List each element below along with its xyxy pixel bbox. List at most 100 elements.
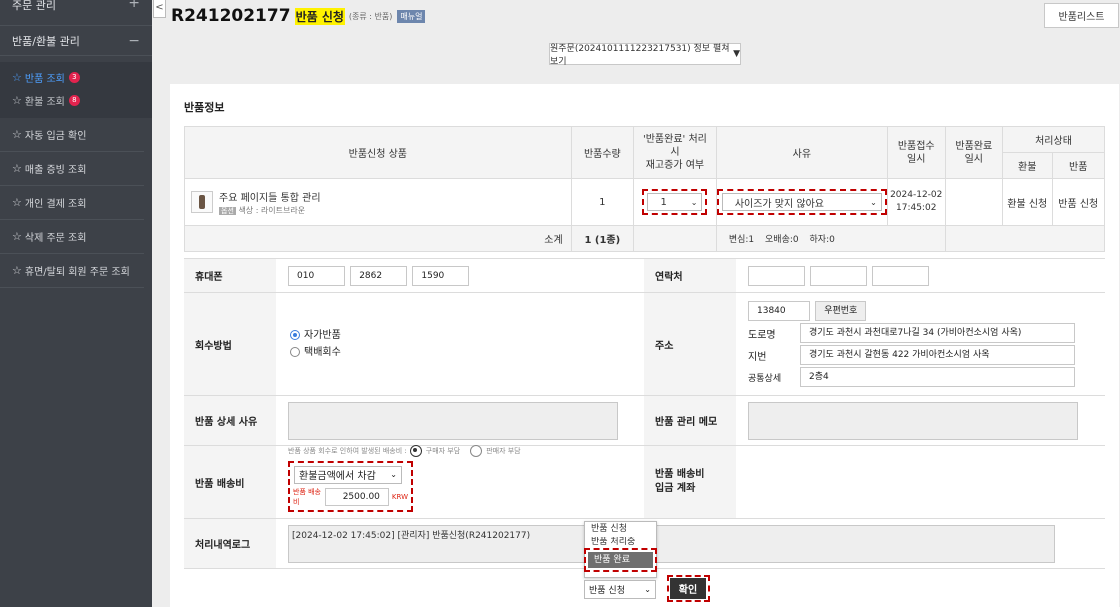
star-icon[interactable]: ☆ (12, 230, 22, 243)
col-received-line: 일시 (907, 153, 926, 165)
confirm-button[interactable]: 확인 (670, 578, 706, 599)
sidebar: 주문 관리 + 반품/환불 관리 − ☆ 반품 조회 3 ☆ 환불 조회 8 ☆… (0, 0, 152, 607)
fee-account-label-line: 입금 계좌 (655, 483, 696, 494)
reason-detail-textarea[interactable] (288, 401, 618, 440)
jibun-label: 지번 (748, 351, 767, 363)
sidebar-item-dormant-orders[interactable]: ☆ 휴면/탈퇴 회원 주문 조회 (0, 254, 144, 288)
col-product: 반품신청 상품 (184, 126, 572, 179)
radio-icon[interactable] (470, 444, 483, 457)
col-received-line: 반품접수 (897, 140, 935, 152)
count-badge: 3 (68, 72, 80, 83)
contact-field-1[interactable] (748, 265, 805, 286)
sidebar-item-label: 매출 증빙 조회 (24, 165, 87, 176)
sidebar-item-refund-search[interactable]: ☆ 환불 조회 8 (0, 89, 152, 112)
table-row: 주요 페이지들 통합 관리 옵션 색상 : 라이트브라운 1 1 ⌄ 사이즈가 … (184, 178, 1105, 226)
contact-field-2[interactable] (810, 265, 868, 286)
status-dropdown-menu[interactable]: 반품 신청 반품 처리중 반품 완료 (584, 521, 657, 578)
phone-field-3[interactable]: 1590 (412, 265, 470, 286)
return-list-button[interactable]: 반품리스트 (1044, 3, 1119, 28)
star-icon[interactable]: ☆ (12, 264, 22, 277)
subtotal-misdelivery: 오배송:0 (765, 235, 799, 245)
dropdown-option[interactable]: 반품 처리중 (585, 537, 656, 548)
restock-select[interactable]: 1 ⌄ (647, 193, 703, 211)
contact-fields (736, 258, 1105, 293)
sidebar-order-mgmt[interactable]: 주문 관리 + (0, 0, 152, 12)
col-qty: 반품수량 (570, 126, 635, 179)
star-icon[interactable]: ☆ (12, 71, 22, 84)
return-kind: (종류 : 반품) (348, 11, 393, 21)
sidebar-item-label: 반품 조회 (24, 74, 65, 85)
method-courier-option[interactable]: 택배회수 (290, 344, 644, 361)
reason-value: 사이즈가 맞지 않아요 (734, 198, 824, 210)
phone-field-1[interactable]: 010 (288, 265, 345, 286)
sidebar-item-label: 휴면/탈퇴 회원 주문 조회 (24, 267, 130, 278)
dropdown-option-selected[interactable]: 반품 완료 (588, 552, 653, 568)
col-restock: '반품완료' 처리 시 재고증가 여부 (633, 126, 717, 179)
jibun-address-input[interactable]: 경기도 과천시 갈현동 422 가비아컨소시엄 사옥 (800, 345, 1075, 365)
log-textarea[interactable]: [2024-12-02 17:45:02] [관리자] 반품신청(R241202… (288, 524, 1055, 563)
subtotal-defect: 하자:0 (809, 235, 835, 245)
zipcode-button[interactable]: 우편번호 (815, 301, 867, 321)
fee-method-select[interactable]: 환불금액에서 차감 ⌄ (294, 465, 402, 484)
col-done-line: 일시 (964, 153, 983, 165)
radio-icon[interactable] (290, 347, 300, 357)
col-restock-line: 재고증가 여부 (645, 160, 705, 171)
road-label: 도로명 (748, 329, 776, 341)
sidebar-return-mgmt[interactable]: 반품/환불 관리 − (0, 26, 152, 56)
done-cell (944, 178, 1004, 226)
dropdown-option[interactable]: 반품 신청 (585, 522, 656, 537)
fee-amount-label: 반품 배송비 (293, 487, 321, 506)
product-name[interactable]: 주요 페이지들 통합 관리 (219, 189, 321, 204)
star-icon[interactable]: ☆ (12, 196, 22, 209)
method-self-option[interactable]: 자가반품 (290, 327, 644, 344)
option-tag: 옵션 (219, 206, 236, 215)
restock-cell: 1 ⌄ (633, 178, 717, 226)
col-done-line: 반품완료 (955, 140, 993, 152)
fee-account-label: 반품 배송비 입금 계좌 (644, 445, 736, 519)
detail-address-input[interactable]: 2층4 (800, 367, 1075, 387)
road-address-input[interactable]: 경기도 과천시 과천대로7나길 34 (가비아컨소시엄 사옥) (800, 323, 1075, 343)
detail-label: 공통상세 (748, 373, 782, 384)
phone-label: 휴대폰 (184, 258, 276, 293)
collapse-sidebar-button[interactable]: < (153, 0, 166, 18)
sidebar-item-sales-proof[interactable]: ☆ 매출 증빙 조회 (0, 152, 144, 186)
star-icon[interactable]: ☆ (12, 162, 22, 175)
status-select[interactable]: 반품 신청 ⌄ (584, 580, 656, 599)
chevron-down-icon: ⌄ (870, 197, 877, 207)
log-cell: [2024-12-02 17:45:02] [관리자] 반품신청(R241202… (276, 518, 1105, 569)
plus-icon[interactable]: + (128, 0, 140, 11)
radio-selected-icon[interactable] (409, 444, 422, 457)
restock-value: 1 (660, 196, 667, 208)
chevron-down-icon: ⌄ (644, 585, 651, 594)
col-reason: 사유 (715, 126, 888, 179)
original-order-toggle[interactable]: 원주문(20241011112232​17531) 정보 펼쳐보기 ▼ (549, 43, 741, 67)
sidebar-item-deleted-orders[interactable]: ☆ 삭제 주문 조회 (0, 220, 144, 254)
phone-fields: 010 2862 1590 (276, 258, 644, 293)
reason-select[interactable]: 사이즈가 맞지 않아요 ⌄ (721, 193, 882, 211)
fee-buyer-label: 구매자 부담 (425, 446, 461, 455)
fee-account-cell (736, 445, 1105, 519)
return-code: R241202177 (171, 6, 291, 26)
subtotal-empty (944, 225, 1106, 252)
contact-field-3[interactable] (872, 265, 930, 286)
sidebar-item-return-search[interactable]: ☆ 반품 조회 3 (0, 66, 152, 89)
sidebar-item-label: 환불 조회 (24, 97, 65, 108)
memo-textarea[interactable] (748, 401, 1078, 440)
subtotal-row: 소계 1 (1종) 변심:1 오배송:0 하자:0 (184, 225, 1106, 252)
radio-selected-icon[interactable] (290, 330, 300, 340)
star-icon[interactable]: ☆ (12, 128, 22, 141)
log-label: 처리내역로그 (184, 518, 276, 569)
sidebar-item-auto-deposit[interactable]: ☆ 자동 입금 확인 (0, 118, 144, 152)
sidebar-item-personal-payment[interactable]: ☆ 개인 결제 조회 (0, 186, 144, 220)
manual-button[interactable]: 매뉴얼 (397, 9, 426, 23)
star-icon[interactable]: ☆ (12, 94, 22, 107)
received-cell: 2024-12-02 17:45:02 (886, 178, 946, 226)
zipcode-input[interactable]: 13840 (748, 301, 810, 321)
fee-amount-input[interactable]: 2500.00 (324, 487, 389, 506)
col-refund: 환불 (1002, 152, 1053, 179)
fee-label: 반품 배송비 (184, 445, 276, 519)
product-option: 색상 : 라이트브라운 (238, 205, 306, 215)
minus-icon[interactable]: − (128, 33, 140, 49)
phone-field-2[interactable]: 2862 (350, 265, 408, 286)
sidebar-return-mgmt-label: 반품/환불 관리 (12, 34, 80, 48)
